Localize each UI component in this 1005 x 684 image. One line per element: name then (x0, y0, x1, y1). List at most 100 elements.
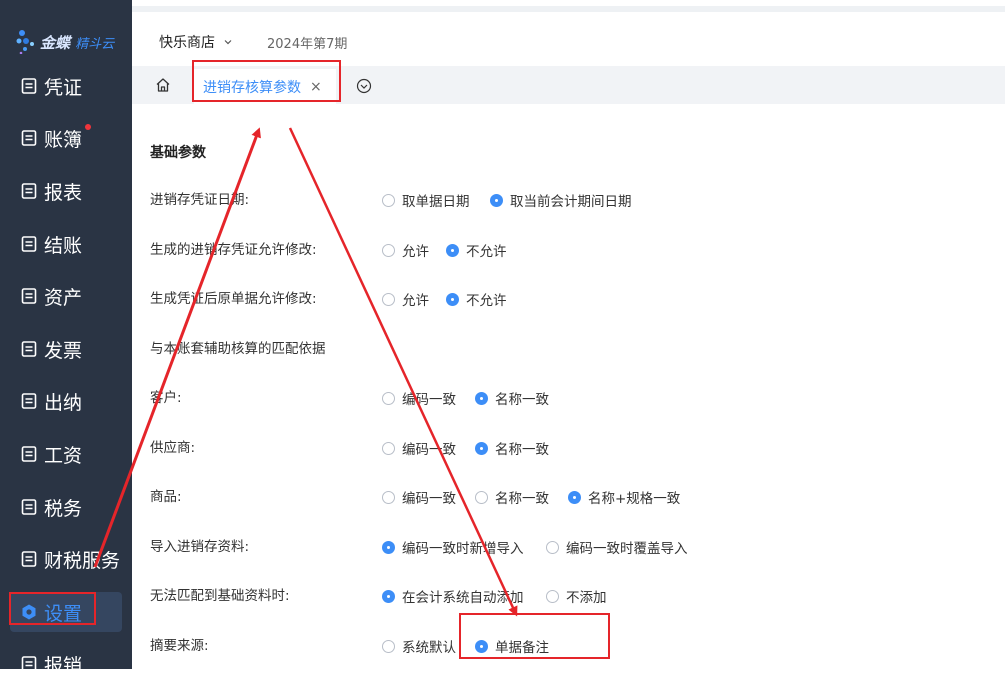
radio-unchecked-icon[interactable] (475, 490, 488, 504)
radio-option[interactable]: 编码一致时新增导入 (382, 536, 524, 558)
radio-unchecked-icon[interactable] (382, 292, 395, 306)
radio-unchecked-icon[interactable] (382, 243, 395, 257)
radio-option[interactable]: 编码一致 (382, 387, 456, 409)
radio-option[interactable]: 不添加 (546, 585, 607, 607)
sidebar-item-7[interactable]: 工资 (10, 434, 122, 474)
brand-main: 金蝶 (40, 34, 71, 52)
setting-row: 供应商: 编码一致 名称一致 (150, 437, 1000, 459)
chevron-down-icon (224, 40, 232, 45)
sidebar-item-label: 设置 (44, 602, 83, 625)
radio-option-label: 取单据日期 (402, 194, 470, 210)
setting-row: 客户: 编码一致 名称一致 (150, 387, 1000, 409)
radio-option[interactable]: 在会计系统自动添加 (382, 585, 524, 607)
radio-unchecked-icon[interactable] (382, 391, 395, 405)
sidebar-item-label: 税务 (44, 497, 83, 520)
voucher-icon (21, 78, 37, 94)
radio-option-label: 允许 (402, 244, 429, 260)
tab-inventory-params[interactable]: 进销存核算参数 × (194, 69, 336, 105)
tab-close-icon[interactable]: × (310, 79, 322, 95)
service-icon (21, 551, 37, 567)
radio-checked-icon[interactable] (490, 193, 503, 207)
tax-icon (21, 499, 37, 515)
header: 快乐商店 2024年第7期 (132, 12, 1005, 66)
main-panel: 快乐商店 2024年第7期 进销存核算参数 × 基础参数 与本账套辅助核算的匹配… (132, 12, 1005, 669)
radio-option[interactable]: 系统默认 (382, 635, 456, 657)
tab-label: 进销存核算参数 (203, 80, 301, 96)
tab-more-icon[interactable] (356, 78, 372, 94)
sidebar-item-8[interactable]: 税务 (10, 487, 122, 527)
radio-option[interactable]: 允许 (382, 239, 429, 261)
radio-checked-icon[interactable] (382, 589, 395, 603)
tab-bar: 进销存核算参数 × (132, 66, 1005, 105)
radio-unchecked-icon[interactable] (382, 490, 395, 504)
radio-option-label: 不允许 (466, 244, 507, 260)
sidebar-item-2[interactable]: 报表 (10, 171, 122, 211)
sidebar-item-label: 财税服务 (44, 549, 121, 572)
sidebar-item-label: 结账 (44, 234, 83, 257)
radio-option[interactable]: 单据备注 (475, 635, 549, 657)
radio-option[interactable]: 编码一致 (382, 486, 456, 508)
radio-option-label: 编码一致 (402, 442, 456, 458)
radio-unchecked-icon[interactable] (382, 639, 395, 653)
radio-option[interactable]: 编码一致 (382, 437, 456, 459)
radio-checked-icon[interactable] (446, 292, 459, 306)
salary-icon (21, 446, 37, 462)
sidebar-item-10[interactable]: 设置 (10, 592, 122, 632)
sidebar-item-6[interactable]: 出纳 (10, 381, 122, 421)
sidebar-item-1[interactable]: 账簿 (10, 118, 122, 158)
setting-label: 供应商: (150, 440, 196, 456)
sidebar-item-9[interactable]: 财税服务 (10, 539, 122, 579)
app-logo: 金蝶 精斗云 (16, 26, 132, 60)
sidebar-item-3[interactable]: 结账 (10, 224, 122, 264)
sidebar-item-5[interactable]: 发票 (10, 329, 122, 369)
radio-checked-icon[interactable] (475, 391, 488, 405)
radio-checked-icon[interactable] (568, 490, 581, 504)
radio-unchecked-icon[interactable] (382, 193, 395, 207)
setting-label: 无法匹配到基础资料时: (150, 588, 290, 604)
radio-option[interactable]: 取当前会计期间日期 (490, 189, 632, 211)
setting-label: 生成的进销存凭证允许修改: (150, 242, 317, 258)
radio-option[interactable]: 名称+规格一致 (568, 486, 680, 508)
radio-option-label: 不添加 (566, 590, 607, 606)
radio-option-label: 不允许 (466, 293, 507, 309)
store-selector[interactable]: 快乐商店 (159, 32, 233, 52)
radio-option[interactable]: 名称一致 (475, 486, 549, 508)
radio-unchecked-icon[interactable] (546, 540, 559, 554)
sidebar-item-label: 出纳 (44, 391, 83, 414)
radio-checked-icon[interactable] (382, 540, 395, 554)
accounting-period: 2024年第7期 (267, 37, 348, 52)
radio-option[interactable]: 名称一致 (475, 437, 549, 459)
setting-row: 商品: 编码一致 名称一致 名称+规格一致 (150, 486, 1000, 508)
ledger-icon (21, 130, 37, 146)
home-icon[interactable] (154, 76, 172, 94)
radio-checked-icon[interactable] (475, 441, 488, 455)
reimburse-icon (21, 656, 37, 672)
radio-option-label: 编码一致 (402, 491, 456, 507)
radio-option[interactable]: 允许 (382, 288, 429, 310)
radio-option[interactable]: 编码一致时覆盖导入 (546, 536, 688, 558)
store-name: 快乐商店 (159, 35, 215, 51)
radio-option-label: 名称一致 (495, 442, 549, 458)
radio-unchecked-icon[interactable] (546, 589, 559, 603)
radio-option[interactable]: 不允许 (446, 288, 507, 310)
setting-label: 生成凭证后原单据允许修改: (150, 291, 317, 307)
browser-top-strip (0, 0, 1005, 12)
sidebar-item-4[interactable]: 资产 (10, 276, 122, 316)
radio-option[interactable]: 不允许 (446, 239, 507, 261)
radio-option-label: 系统默认 (402, 640, 456, 656)
radio-option-label: 单据备注 (495, 640, 549, 656)
radio-checked-icon[interactable] (475, 639, 488, 653)
radio-option[interactable]: 取单据日期 (382, 189, 470, 211)
matching-subheading: 与本账套辅助核算的匹配依据 (150, 341, 326, 357)
sidebar-item-11[interactable]: 报销 (10, 644, 122, 684)
radio-unchecked-icon[interactable] (382, 441, 395, 455)
radio-checked-icon[interactable] (446, 243, 459, 257)
sidebar-item-0[interactable]: 凭证 (10, 66, 122, 106)
setting-label: 导入进销存资料: (150, 539, 250, 555)
radio-option[interactable]: 名称一致 (475, 387, 549, 409)
sidebar-item-label: 账簿 (44, 128, 83, 151)
radio-option-label: 名称一致 (495, 491, 549, 507)
radio-option-label: 编码一致时覆盖导入 (566, 541, 688, 557)
radio-option-label: 允许 (402, 293, 429, 309)
radio-option-label: 在会计系统自动添加 (402, 590, 524, 606)
